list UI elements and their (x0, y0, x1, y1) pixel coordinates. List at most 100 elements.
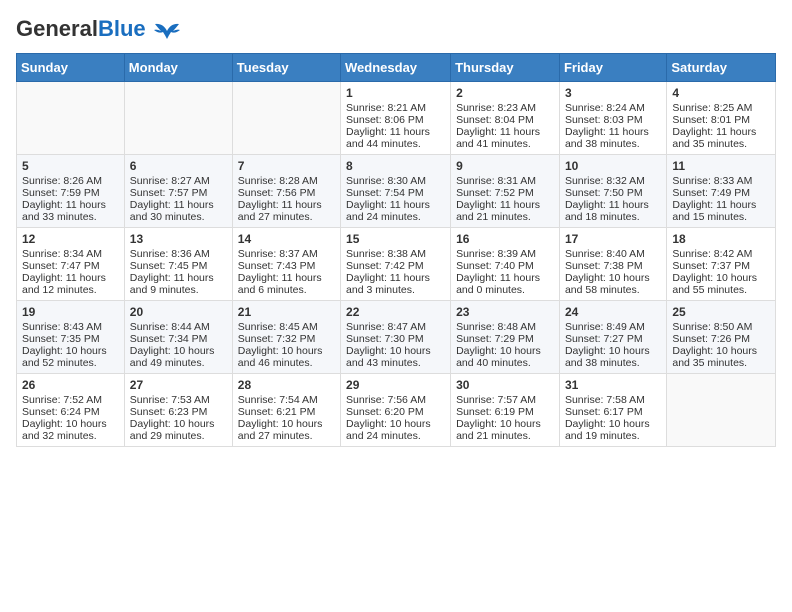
calendar-cell: 26 Sunrise: 7:52 AMSunset: 6:24 PMDayligh… (17, 373, 125, 446)
day-info: Sunset: 7:27 PM (565, 333, 661, 345)
day-number: 26 (22, 378, 119, 392)
day-info: Sunrise: 7:57 AM (456, 394, 554, 406)
day-info: Sunrise: 8:45 AM (238, 321, 335, 333)
day-info: Sunset: 7:45 PM (130, 260, 227, 272)
day-number: 13 (130, 232, 227, 246)
calendar-cell: 29Sunrise: 7:56 AMSunset: 6:20 PMDayligh… (341, 373, 451, 446)
day-info: Sunset: 8:03 PM (565, 114, 661, 126)
calendar-cell: 22Sunrise: 8:47 AMSunset: 7:30 PMDayligh… (341, 300, 451, 373)
logo: GeneralBlue (16, 16, 181, 43)
day-info: Sunrise: 7:53 AM (130, 394, 227, 406)
day-number: 4 (672, 86, 770, 100)
day-info: Daylight: 10 hours and 46 minutes. (238, 345, 335, 369)
day-info: Sunset: 7:29 PM (456, 333, 554, 345)
day-number: 3 (565, 86, 661, 100)
day-info: Sunrise: 8:47 AM (346, 321, 445, 333)
calendar-cell (17, 81, 125, 154)
day-number: 31 (565, 378, 661, 392)
day-info: Sunset: 7:26 PM (672, 333, 770, 345)
day-number: 22 (346, 305, 445, 319)
day-info: Daylight: 11 hours and 24 minutes. (346, 199, 445, 223)
day-info: Sunset: 6:19 PM (456, 406, 554, 418)
day-info: Sunset: 7:40 PM (456, 260, 554, 272)
day-info: Sunrise: 8:34 AM (22, 248, 119, 260)
day-header-monday: Monday (124, 53, 232, 81)
calendar-cell: 31Sunrise: 7:58 AMSunset: 6:17 PMDayligh… (559, 373, 666, 446)
day-info: Sunrise: 8:36 AM (130, 248, 227, 260)
day-info: Daylight: 11 hours and 3 minutes. (346, 272, 445, 296)
day-number: 7 (238, 159, 335, 173)
calendar-header-row: SundayMondayTuesdayWednesdayThursdayFrid… (17, 53, 776, 81)
day-info: Sunrise: 8:28 AM (238, 175, 335, 187)
day-info: Sunset: 6:20 PM (346, 406, 445, 418)
calendar-cell: 10Sunrise: 8:32 AMSunset: 7:50 PMDayligh… (559, 154, 666, 227)
day-number: 18 (672, 232, 770, 246)
day-info: Daylight: 10 hours and 32 minutes. (22, 418, 119, 442)
day-number: 25 (672, 305, 770, 319)
day-info: Daylight: 11 hours and 38 minutes. (565, 126, 661, 150)
day-number: 29 (346, 378, 445, 392)
day-info: Sunset: 7:50 PM (565, 187, 661, 199)
day-info: Sunset: 7:34 PM (130, 333, 227, 345)
calendar-cell: 12Sunrise: 8:34 AMSunset: 7:47 PMDayligh… (17, 227, 125, 300)
day-info: Sunrise: 8:26 AM (22, 175, 119, 187)
day-info: Sunrise: 8:39 AM (456, 248, 554, 260)
calendar-cell: 4Sunrise: 8:25 AMSunset: 8:01 PMDaylight… (667, 81, 776, 154)
day-info: Sunrise: 8:37 AM (238, 248, 335, 260)
day-info: Daylight: 10 hours and 55 minutes. (672, 272, 770, 296)
day-info: Daylight: 11 hours and 18 minutes. (565, 199, 661, 223)
day-info: Sunrise: 8:27 AM (130, 175, 227, 187)
day-info: Daylight: 11 hours and 27 minutes. (238, 199, 335, 223)
day-info: Sunset: 6:21 PM (238, 406, 335, 418)
day-info: Sunrise: 7:54 AM (238, 394, 335, 406)
calendar-cell: 20Sunrise: 8:44 AMSunset: 7:34 PMDayligh… (124, 300, 232, 373)
logo-general: General (16, 16, 98, 41)
calendar-week-row: 5Sunrise: 8:26 AMSunset: 7:59 PMDaylight… (17, 154, 776, 227)
day-info: Daylight: 10 hours and 38 minutes. (565, 345, 661, 369)
calendar-cell: 19Sunrise: 8:43 AMSunset: 7:35 PMDayligh… (17, 300, 125, 373)
calendar-cell: 23Sunrise: 8:48 AMSunset: 7:29 PMDayligh… (451, 300, 560, 373)
day-number: 24 (565, 305, 661, 319)
calendar-cell: 14Sunrise: 8:37 AMSunset: 7:43 PMDayligh… (232, 227, 340, 300)
calendar-cell: 25Sunrise: 8:50 AMSunset: 7:26 PMDayligh… (667, 300, 776, 373)
calendar-cell: 6Sunrise: 8:27 AMSunset: 7:57 PMDaylight… (124, 154, 232, 227)
calendar-table: SundayMondayTuesdayWednesdayThursdayFrid… (16, 53, 776, 447)
page-header: GeneralBlue (16, 16, 776, 43)
logo-text: GeneralBlue (16, 16, 181, 43)
day-info: Sunset: 8:01 PM (672, 114, 770, 126)
calendar-cell: 2Sunrise: 8:23 AMSunset: 8:04 PMDaylight… (451, 81, 560, 154)
day-info: Daylight: 11 hours and 9 minutes. (130, 272, 227, 296)
day-info: Sunset: 7:49 PM (672, 187, 770, 199)
day-info: Sunset: 7:54 PM (346, 187, 445, 199)
day-number: 19 (22, 305, 119, 319)
calendar-cell: 24Sunrise: 8:49 AMSunset: 7:27 PMDayligh… (559, 300, 666, 373)
day-info: Sunset: 7:38 PM (565, 260, 661, 272)
day-info: Sunrise: 8:43 AM (22, 321, 119, 333)
day-number: 8 (346, 159, 445, 173)
calendar-week-row: 1Sunrise: 8:21 AMSunset: 8:06 PMDaylight… (17, 81, 776, 154)
calendar-week-row: 19Sunrise: 8:43 AMSunset: 7:35 PMDayligh… (17, 300, 776, 373)
day-info: Daylight: 10 hours and 24 minutes. (346, 418, 445, 442)
day-info: Daylight: 11 hours and 21 minutes. (456, 199, 554, 223)
day-info: Daylight: 10 hours and 49 minutes. (130, 345, 227, 369)
logo-bird-icon (153, 21, 181, 43)
day-info: Sunset: 6:24 PM (22, 406, 119, 418)
day-info: Daylight: 10 hours and 35 minutes. (672, 345, 770, 369)
day-header-thursday: Thursday (451, 53, 560, 81)
day-header-saturday: Saturday (667, 53, 776, 81)
day-number: 10 (565, 159, 661, 173)
day-number: 28 (238, 378, 335, 392)
day-info: Sunset: 7:56 PM (238, 187, 335, 199)
day-info: Sunrise: 7:52 AM (22, 394, 119, 406)
calendar-cell: 11Sunrise: 8:33 AMSunset: 7:49 PMDayligh… (667, 154, 776, 227)
day-number: 15 (346, 232, 445, 246)
day-header-tuesday: Tuesday (232, 53, 340, 81)
day-info: Sunset: 7:42 PM (346, 260, 445, 272)
day-info: Sunrise: 8:23 AM (456, 102, 554, 114)
day-info: Daylight: 10 hours and 21 minutes. (456, 418, 554, 442)
calendar-cell: 5Sunrise: 8:26 AMSunset: 7:59 PMDaylight… (17, 154, 125, 227)
logo-blue: Blue (98, 16, 146, 41)
calendar-cell: 9Sunrise: 8:31 AMSunset: 7:52 PMDaylight… (451, 154, 560, 227)
day-header-sunday: Sunday (17, 53, 125, 81)
day-info: Sunrise: 8:21 AM (346, 102, 445, 114)
